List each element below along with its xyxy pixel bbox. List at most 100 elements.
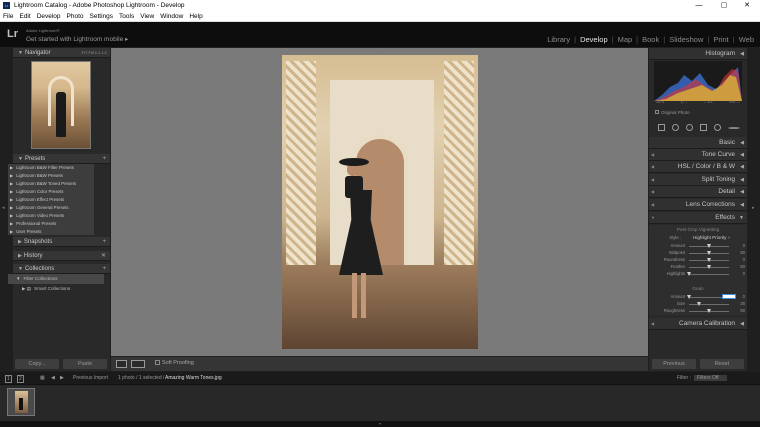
filmstrip-thumbnail[interactable] (7, 388, 35, 416)
maximize-button[interactable]: ▢ (713, 0, 735, 11)
slider-knob[interactable] (687, 272, 691, 276)
effects-slider-row[interactable]: Roundness 0 (655, 257, 745, 264)
menu-edit[interactable]: Edit (19, 13, 30, 20)
previous-import-source[interactable]: Previous Import (73, 375, 108, 381)
navigator-zoom-options[interactable]: FIT Fill 1:1 1:1 (82, 48, 108, 58)
effects-slider-row[interactable]: Feather 50 (655, 264, 745, 271)
module-develop[interactable]: Develop (580, 35, 608, 44)
module-book[interactable]: Book (642, 35, 659, 44)
navigator-header[interactable]: ▼ Navigator FIT Fill 1:1 1:1 (13, 48, 110, 58)
panel-tone-curve[interactable]: ◀ Tone Curve ◀ (649, 149, 747, 161)
slider-knob[interactable] (707, 258, 711, 262)
collection-filter[interactable]: ▼ Filter Collections (8, 274, 104, 284)
panel-detail[interactable]: ◀ Detail ◀ (649, 186, 747, 198)
preset-folder[interactable]: ▶ Lightroom Video Presets (8, 212, 94, 220)
slider-knob[interactable] (697, 302, 701, 306)
effects-slider-row[interactable]: Roughness 50 (655, 308, 745, 315)
crop-tool-icon[interactable] (658, 124, 665, 131)
paste-settings-button[interactable]: Paste (63, 359, 107, 369)
previous-button[interactable]: Previous (652, 359, 696, 369)
menu-window[interactable]: Window (160, 13, 183, 20)
vignette-style-row[interactable]: Style : Highlight Priority ÷ (655, 235, 745, 242)
page-2-button[interactable]: 2 (17, 375, 24, 383)
collection-smart[interactable]: ▶ ▤ Smart Collections (8, 284, 104, 294)
style-dropdown[interactable]: Highlight Priority ÷ (693, 235, 730, 240)
menu-photo[interactable]: Photo (67, 13, 84, 20)
minimize-button[interactable]: — (688, 0, 710, 11)
menu-develop[interactable]: Develop (37, 13, 61, 20)
mobile-promo-link[interactable]: Get started with Lightroom mobile ▸ (26, 35, 128, 43)
reset-button[interactable]: Reset (700, 359, 744, 369)
preset-folder[interactable]: ▶ Lightroom Color Presets (8, 188, 94, 196)
effects-slider-row[interactable]: Midpoint 50 (655, 250, 745, 257)
radial-filter-icon[interactable] (714, 124, 721, 131)
history-header[interactable]: ▶ History ✕ (13, 251, 110, 261)
slider-value[interactable]: 25 (740, 301, 745, 306)
module-web[interactable]: Web (739, 35, 754, 44)
grain-color-swatch[interactable] (722, 294, 736, 299)
histogram-display[interactable] (654, 61, 742, 101)
graduated-filter-icon[interactable] (700, 124, 707, 131)
snapshots-header[interactable]: ▶ Snapshots + (13, 237, 110, 247)
slider-knob[interactable] (707, 244, 711, 248)
preset-folder[interactable]: ▶ Lightroom General Presets (8, 204, 94, 212)
effects-slider-row[interactable]: Amount 0 (655, 243, 745, 250)
page-1-button[interactable]: 1 (5, 375, 12, 383)
before-after-icon[interactable] (131, 360, 145, 368)
module-print[interactable]: Print (713, 35, 728, 44)
slider-value[interactable]: 50 (740, 264, 745, 269)
preset-folder[interactable]: ▶ User Presets (8, 228, 94, 236)
slider-value[interactable]: 0 (743, 257, 745, 262)
preset-folder[interactable]: ▶ Lightroom B&W Presets (8, 172, 94, 180)
panel-lens-corrections[interactable]: ◀ Lens Corrections ◀ (649, 199, 747, 211)
slider-value[interactable]: 0 (743, 271, 745, 276)
preset-folder[interactable]: ▶ Lightroom B&W Filter Presets (8, 164, 94, 172)
slider-knob[interactable] (687, 295, 691, 299)
module-map[interactable]: Map (618, 35, 633, 44)
effects-slider-row[interactable]: Highlights 0 (655, 271, 745, 278)
filter-dropdown[interactable]: Filters Off (694, 375, 727, 381)
slider-value[interactable]: 0 (743, 294, 745, 299)
original-photo-toggle[interactable]: Original Photo (655, 110, 690, 115)
close-button[interactable]: ✕ (736, 0, 758, 11)
slider-track[interactable] (689, 274, 729, 275)
slider-knob[interactable] (707, 309, 711, 313)
slider-knob[interactable] (707, 265, 711, 269)
right-panel-toggle-icon[interactable]: ▸ (752, 205, 755, 211)
panel-effects[interactable]: ▼ Effects ▼ (649, 212, 747, 224)
preset-folder[interactable]: ▶ Professional Presets (8, 220, 94, 228)
navigator-thumbnail[interactable] (31, 61, 91, 149)
module-library[interactable]: Library (547, 35, 570, 44)
bottom-panel-toggle[interactable]: ▾ (0, 421, 760, 427)
forward-arrow-icon[interactable]: ▶ (60, 375, 64, 381)
panel-hsl[interactable]: ◀ HSL / Color / B & W ◀ (649, 161, 747, 173)
effects-slider-row[interactable]: Size 25 (655, 301, 745, 308)
menu-view[interactable]: View (140, 13, 154, 20)
slider-track[interactable] (689, 304, 729, 305)
module-slideshow[interactable]: Slideshow (669, 35, 703, 44)
soft-proofing-toggle[interactable]: Soft Proofing (155, 360, 194, 366)
current-filename[interactable]: Amazing Warm Tones.jpg (165, 375, 222, 381)
red-eye-icon[interactable] (686, 124, 693, 131)
copy-settings-button[interactable]: Copy... (15, 359, 59, 369)
collections-header[interactable]: ▼ Collections + (13, 264, 110, 274)
top-panel-toggle-icon[interactable]: ▴ (377, 49, 380, 55)
menu-tools[interactable]: Tools (119, 13, 134, 20)
back-arrow-icon[interactable]: ◀ (51, 375, 55, 381)
slider-value[interactable]: 0 (743, 243, 745, 248)
slider-value[interactable]: 50 (740, 250, 745, 255)
menu-help[interactable]: Help (189, 13, 202, 20)
panel-basic[interactable]: Basic ◀ (649, 137, 747, 149)
grid-view-icon[interactable]: ▦ (40, 375, 45, 381)
spot-removal-icon[interactable] (672, 124, 679, 131)
loupe-view-icon[interactable] (116, 360, 127, 368)
left-panel-toggle-icon[interactable]: ◂ (2, 205, 5, 211)
menu-settings[interactable]: Settings (90, 13, 114, 20)
brush-icon[interactable] (728, 127, 740, 129)
panel-camera-calibration[interactable]: ◀ Camera Calibration ◀ (649, 318, 747, 330)
presets-header[interactable]: ▼ Presets + (13, 154, 110, 164)
menu-file[interactable]: File (3, 13, 13, 20)
preset-folder[interactable]: ▶ Lightroom Effect Presets (8, 196, 94, 204)
panel-split-toning[interactable]: ◀ Split Toning ◀ (649, 174, 747, 186)
slider-knob[interactable] (707, 251, 711, 255)
